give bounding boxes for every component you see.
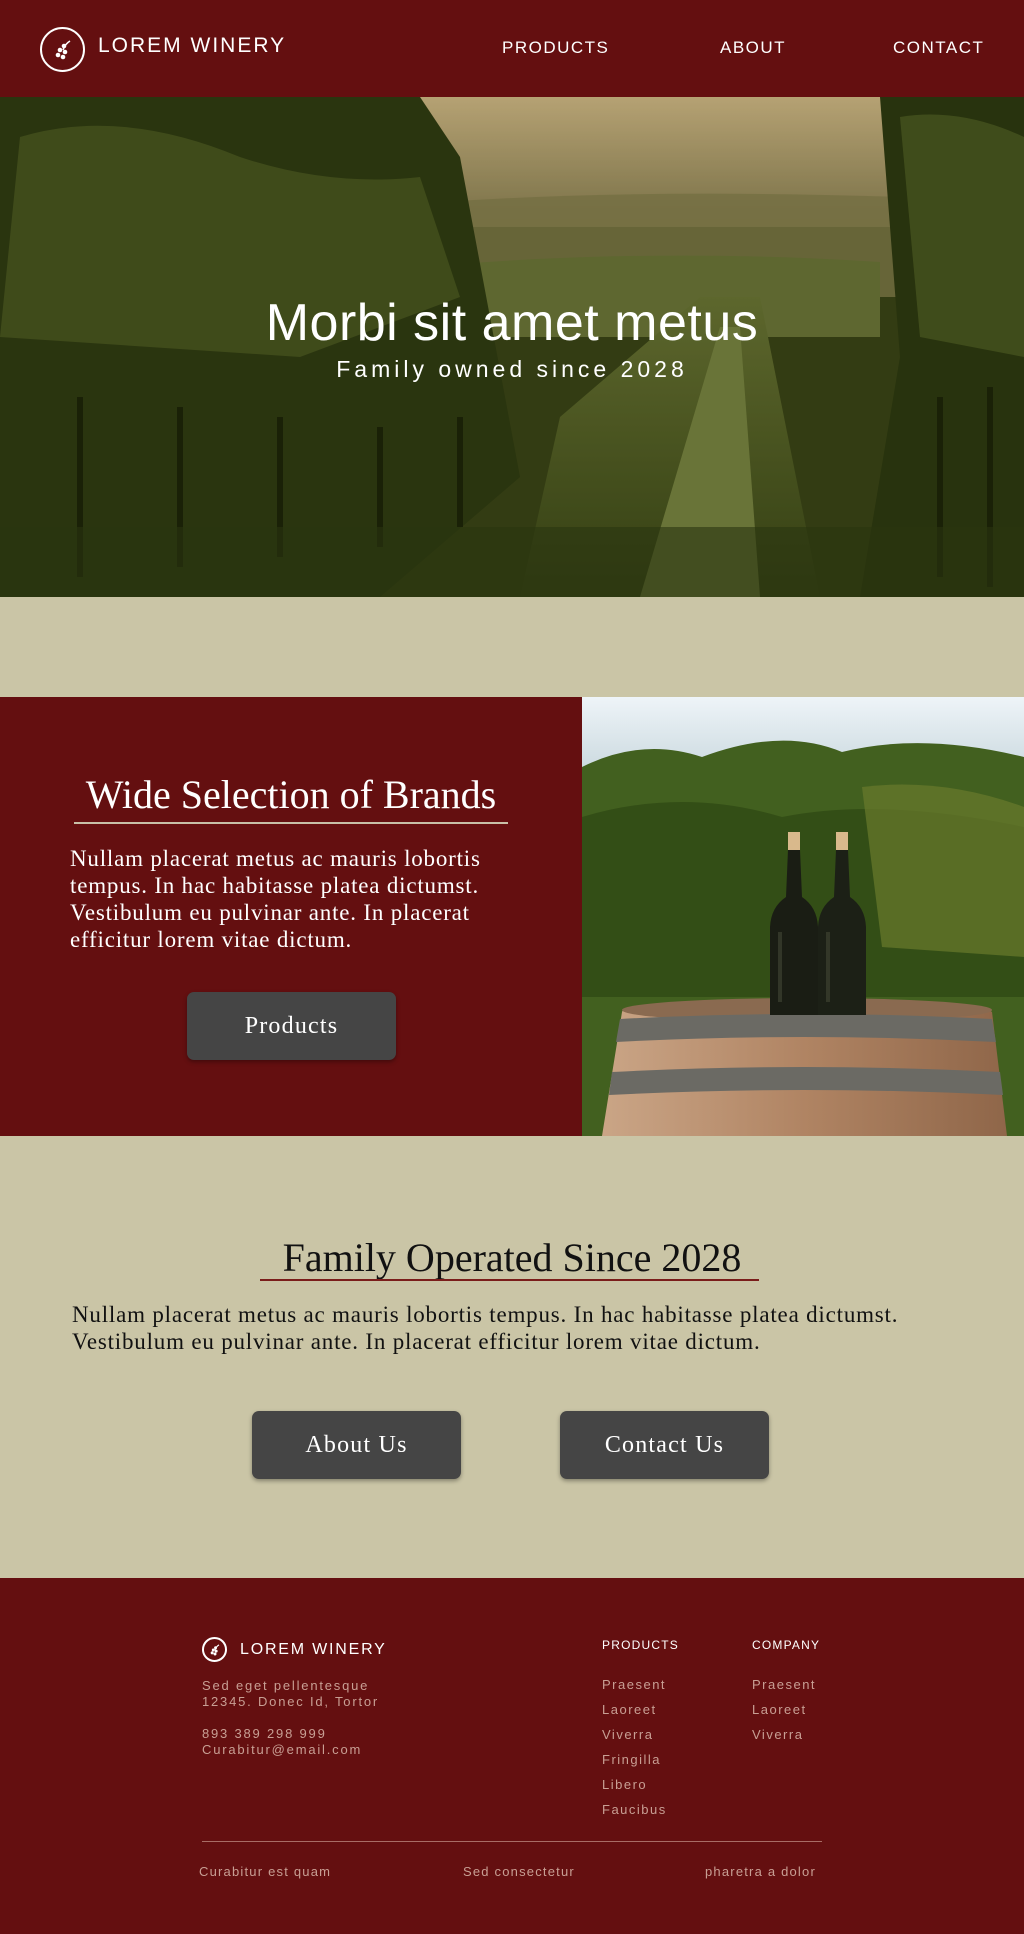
footer-link[interactable]: Viverra bbox=[752, 1727, 816, 1752]
footer-bottom-link[interactable]: pharetra a dolor bbox=[705, 1864, 816, 1879]
footer-bottom-link[interactable]: Curabitur est quam bbox=[199, 1864, 331, 1879]
footer-products-heading: PRODUCTS bbox=[602, 1638, 679, 1652]
grapes-icon bbox=[55, 39, 70, 59]
nav-about[interactable]: ABOUT bbox=[720, 38, 786, 58]
footer-divider bbox=[202, 1841, 822, 1842]
family-text: Nullam placerat metus ac mauris lobortis… bbox=[72, 1302, 899, 1354]
family-divider bbox=[260, 1279, 759, 1281]
grapes-logo-icon[interactable] bbox=[40, 27, 85, 72]
grapes-icon bbox=[210, 1643, 219, 1655]
footer-address: Sed eget pellentesque 12345. Donec Id, T… bbox=[202, 1678, 379, 1710]
footer-bottom-link[interactable]: Sed consectetur bbox=[463, 1864, 575, 1879]
footer-link[interactable]: Praesent bbox=[602, 1677, 667, 1702]
nav-contact[interactable]: CONTACT bbox=[893, 38, 984, 58]
contact-us-button[interactable]: Contact Us bbox=[560, 1411, 769, 1479]
brand-name[interactable]: LOREM WINERY bbox=[98, 34, 286, 58]
brands-divider bbox=[74, 822, 508, 824]
grapes-logo-icon[interactable] bbox=[202, 1637, 227, 1662]
footer-products-list: Praesent Laoreet Viverra Fringilla Liber… bbox=[602, 1677, 667, 1827]
footer-phone[interactable]: 893 389 298 999 bbox=[202, 1726, 362, 1742]
wine-bottles-image bbox=[582, 697, 1024, 1136]
footer-company-list: Praesent Laoreet Viverra bbox=[752, 1677, 816, 1752]
nav-products[interactable]: PRODUCTS bbox=[502, 38, 609, 58]
footer-link[interactable]: Laoreet bbox=[752, 1702, 816, 1727]
top-nav: LOREM WINERY PRODUCTS ABOUT CONTACT bbox=[0, 0, 1024, 97]
hero-subtitle: Family owned since 2028 bbox=[336, 356, 688, 382]
footer-email[interactable]: Curabitur@email.com bbox=[202, 1742, 362, 1758]
about-us-button[interactable]: About Us bbox=[252, 1411, 461, 1479]
products-button[interactable]: Products bbox=[187, 992, 396, 1060]
footer-link[interactable]: Faucibus bbox=[602, 1802, 667, 1827]
brands-section: Wide Selection of Brands Nullam placerat… bbox=[0, 697, 582, 1136]
hero-banner: Morbi sit amet metus Family owned since … bbox=[0, 97, 1024, 597]
footer-link[interactable]: Laoreet bbox=[602, 1702, 667, 1727]
footer-link[interactable]: Libero bbox=[602, 1777, 667, 1802]
footer-contact: 893 389 298 999 Curabitur@email.com bbox=[202, 1726, 362, 1758]
family-title: Family Operated Since 2028 bbox=[282, 1235, 742, 1280]
footer-link[interactable]: Fringilla bbox=[602, 1752, 667, 1777]
footer-link[interactable]: Praesent bbox=[752, 1677, 816, 1702]
footer-link[interactable]: Viverra bbox=[602, 1727, 667, 1752]
brands-title: Wide Selection of Brands bbox=[85, 772, 497, 817]
footer-brand[interactable]: LOREM WINERY bbox=[240, 1641, 387, 1659]
brands-text: Nullam placerat metus ac mauris lobortis… bbox=[70, 846, 481, 952]
address-line: 12345. Donec Id, Tortor bbox=[202, 1694, 380, 1709]
address-line: Sed eget pellentesque bbox=[202, 1678, 370, 1693]
footer: LOREM WINERY Sed eget pellentesque 12345… bbox=[0, 1578, 1024, 1934]
wine-barrel-image bbox=[582, 697, 1024, 1136]
footer-company-heading: COMPANY bbox=[752, 1638, 821, 1652]
hero-title: Morbi sit amet metus bbox=[265, 294, 759, 352]
